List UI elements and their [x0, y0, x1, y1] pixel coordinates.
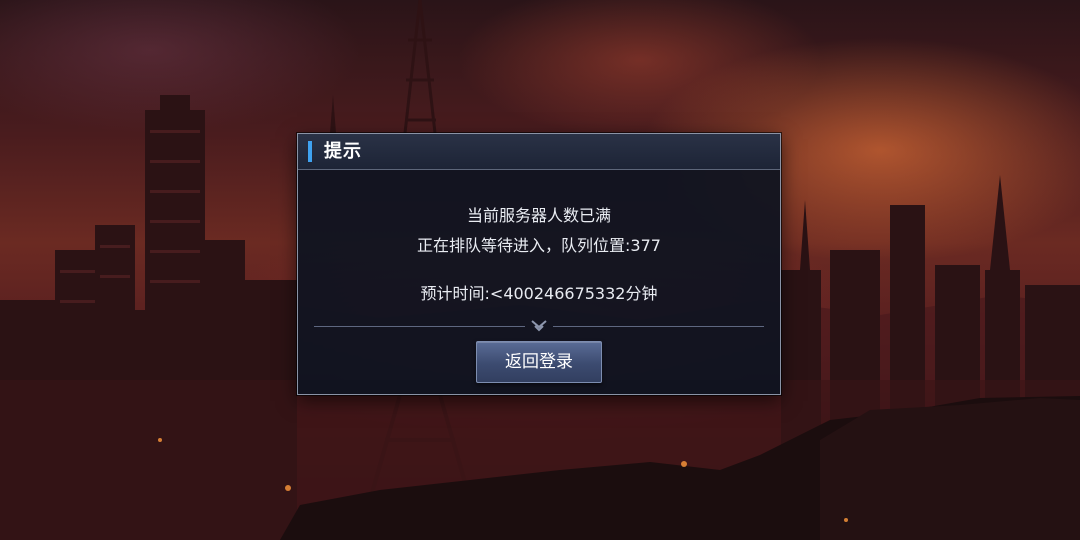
- game-scene: 提示 当前服务器人数已满 正在排队等待进入，队列位置:377 预计时间:<400…: [0, 0, 1080, 540]
- estimated-time-message: 预计时间:<400246675332分钟: [420, 284, 658, 303]
- divider-line-right: [553, 326, 764, 327]
- title-accent-bar: [308, 141, 312, 162]
- queue-position-message: 正在排队等待进入，队列位置:377: [417, 236, 661, 255]
- dialog-header: 提示: [298, 134, 780, 170]
- return-to-login-button[interactable]: 返回登录: [476, 341, 602, 383]
- divider-line-left: [314, 326, 525, 327]
- server-full-message: 当前服务器人数已满: [466, 206, 611, 225]
- chevron-down-icon: [531, 320, 547, 332]
- dialog-divider: [314, 319, 764, 333]
- dialog-title: 提示: [324, 141, 362, 162]
- queue-notice-dialog: 提示 当前服务器人数已满 正在排队等待进入，队列位置:377 预计时间:<400…: [297, 133, 781, 395]
